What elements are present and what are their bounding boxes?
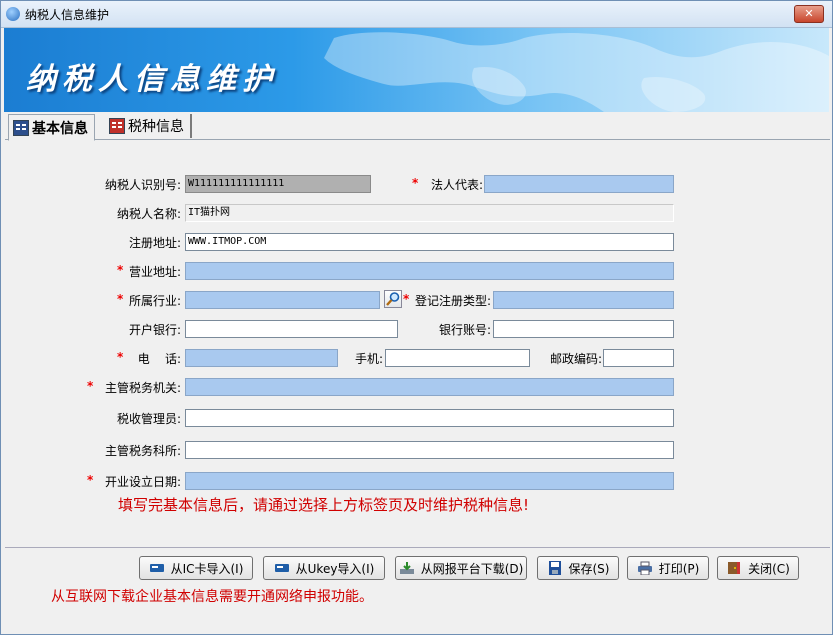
card-reader-icon — [149, 564, 164, 572]
print-button[interactable]: 打印(P) — [627, 556, 709, 580]
business-address-field[interactable] — [185, 262, 674, 280]
tax-section-field[interactable] — [185, 441, 674, 459]
business-address-label: 营业地址: — [128, 265, 181, 279]
bank-account-field[interactable] — [493, 320, 674, 338]
magnifier-icon — [386, 292, 400, 306]
main-window: 纳税人信息维护 ✕ 纳税人信息维护 基本信息 税种信息 纳税人识别号: W111… — [0, 0, 833, 635]
mobile-field[interactable] — [385, 349, 530, 367]
taxpayer-name-label: 纳税人名称: — [116, 207, 181, 221]
app-icon — [6, 7, 20, 21]
bank-account-label: 银行账号: — [438, 323, 491, 337]
postcode-label: 邮政编码: — [549, 352, 602, 366]
tax-section-label: 主管税务科所: — [104, 444, 181, 458]
ukey-import-button[interactable]: 从Ukey导入(I) — [263, 556, 385, 580]
basic-info-panel: 纳税人识别号: W111111111111111 * 法人代表: 纳税人名称: … — [5, 140, 830, 548]
open-date-label: 开业设立日期: — [104, 475, 181, 489]
industry-search-button[interactable] — [384, 290, 402, 308]
close-label: 关闭(C) — [748, 561, 790, 576]
open-date-field[interactable] — [185, 472, 674, 490]
bank-field[interactable] — [185, 320, 398, 338]
reg-type-label: 登记注册类型: — [414, 294, 491, 308]
taxpayer-name-field: IT猫扑网 — [185, 204, 674, 222]
usb-key-icon — [274, 564, 289, 572]
table-icon — [13, 119, 29, 136]
ic-import-button[interactable]: 从IC卡导入(I) — [139, 556, 253, 580]
tab-basic-info-label: 基本信息 — [32, 120, 88, 137]
tab-bar: 基本信息 税种信息 — [5, 113, 830, 141]
hint-message: 填写完基本信息后，请通过选择上方标签页及时维护税种信息! — [118, 496, 530, 514]
download-icon — [399, 562, 414, 574]
close-icon: ✕ — [804, 7, 814, 20]
print-label: 打印(P) — [658, 561, 700, 576]
tax-officer-label: 税收管理员: — [116, 412, 181, 426]
banner-title: 纳税人信息维护 — [26, 62, 278, 97]
tax-officer-field[interactable] — [185, 409, 674, 427]
phone-field[interactable] — [185, 349, 338, 367]
platform-download-button[interactable]: 从网报平台下载(D) — [395, 556, 527, 580]
save-icon — [548, 561, 561, 575]
reg-address-field[interactable]: WWW.ITMOP.COM — [185, 233, 674, 251]
reg-address-label: 注册地址: — [128, 236, 181, 250]
exit-door-icon — [728, 562, 741, 574]
footer-note: 从互联网下载企业基本信息需要开通网络申报功能。 — [51, 589, 373, 605]
bank-label: 开户银行: — [128, 323, 181, 337]
taxpayer-id-field[interactable]: W111111111111111 — [185, 175, 371, 193]
phone-label: 电 话: — [137, 352, 181, 366]
print-icon — [637, 561, 652, 575]
platform-download-label: 从网报平台下载(D) — [420, 561, 524, 576]
postcode-field[interactable] — [603, 349, 674, 367]
industry-label: 所属行业: — [128, 294, 181, 308]
legal-rep-field[interactable] — [484, 175, 674, 193]
tax-authority-label: 主管税务机关: — [104, 381, 181, 395]
tax-authority-field[interactable] — [185, 378, 674, 396]
save-label: 保存(S) — [568, 561, 610, 576]
tab-tax-info[interactable]: 税种信息 — [105, 114, 192, 138]
close-button[interactable]: 关闭(C) — [717, 556, 799, 580]
mobile-label: 手机: — [354, 352, 383, 366]
table-icon — [109, 118, 125, 134]
tab-basic-info[interactable]: 基本信息 — [8, 114, 95, 141]
reg-type-field[interactable] — [493, 291, 674, 309]
industry-field[interactable] — [185, 291, 380, 309]
ic-import-label: 从IC卡导入(I) — [170, 561, 244, 576]
taxpayer-id-label: 纳税人识别号: — [104, 178, 181, 192]
title-bar: 纳税人信息维护 ✕ — [1, 1, 832, 28]
ukey-import-label: 从Ukey导入(I) — [295, 561, 375, 576]
save-button[interactable]: 保存(S) — [537, 556, 619, 580]
window-close-button[interactable]: ✕ — [794, 5, 824, 23]
window-title: 纳税人信息维护 — [25, 8, 110, 22]
legal-rep-label: 法人代表: — [430, 178, 483, 192]
header-banner: 纳税人信息维护 — [4, 28, 829, 112]
tab-tax-info-label: 税种信息 — [128, 119, 184, 135]
